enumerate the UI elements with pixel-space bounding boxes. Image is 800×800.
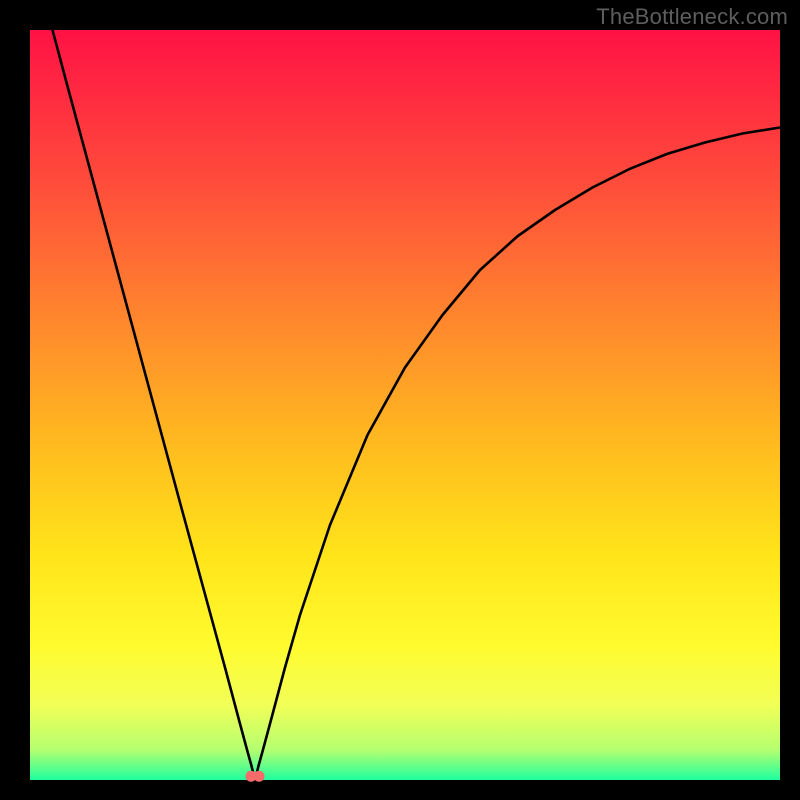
plot-background (30, 30, 780, 780)
watermark-text: TheBottleneck.com (596, 4, 788, 30)
bottleneck-chart (0, 0, 800, 800)
chart-frame: { "watermark": "TheBottleneck.com", "cha… (0, 0, 800, 800)
